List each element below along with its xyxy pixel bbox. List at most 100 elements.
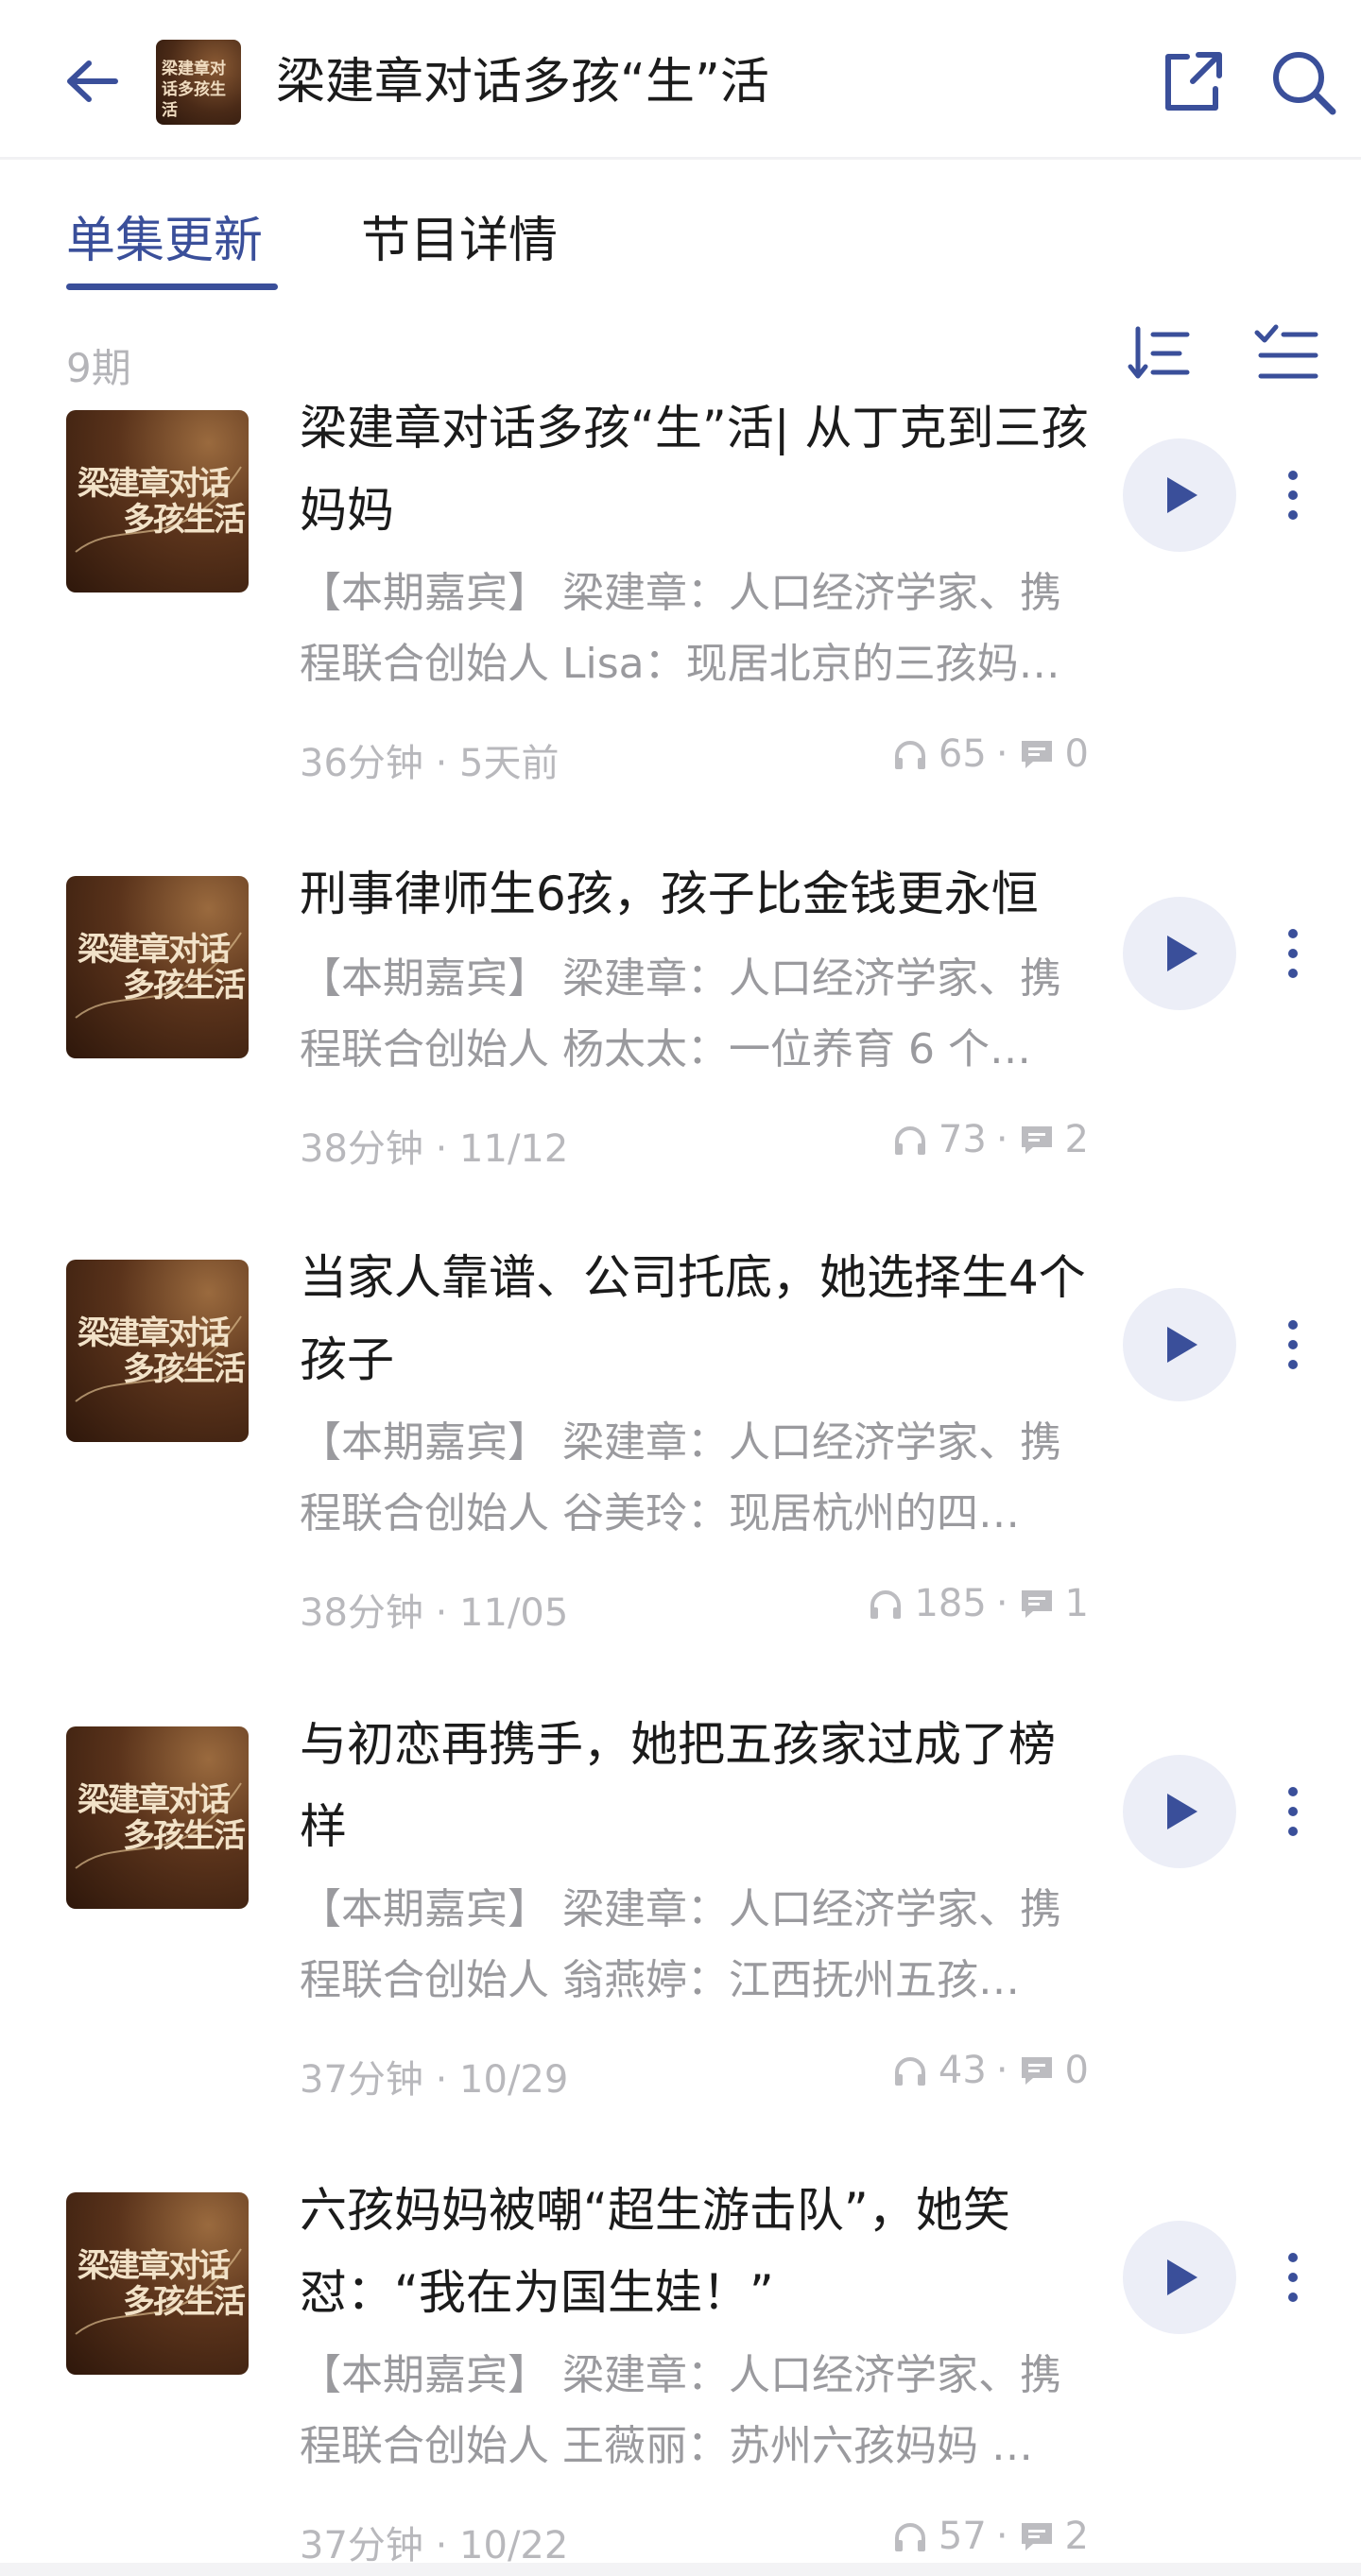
- play-icon: [1167, 1794, 1197, 1829]
- back-button[interactable]: [55, 45, 127, 117]
- play-count: 57: [938, 2515, 987, 2558]
- headphones-icon: [894, 2057, 925, 2086]
- search-button[interactable]: [1266, 45, 1340, 119]
- episode-row[interactable]: 梁建章对话 多孩生活 当家人靠谱、公司托底，她选择生4个孩子 【本期嘉宾】 梁建…: [0, 1250, 1361, 1639]
- checklist-icon: [1254, 324, 1318, 379]
- episode-meta: 37分钟 · 10/29: [300, 2058, 569, 2102]
- episode-description-line1: 【本期嘉宾】 梁建章：人口经济学家、携: [300, 1885, 1061, 1933]
- comment-icon: [1021, 2523, 1052, 2550]
- comment-icon: [1021, 1590, 1052, 1618]
- tab-episodes[interactable]: 单集更新: [66, 208, 263, 274]
- episode-description-line1: 【本期嘉宾】 梁建章：人口经济学家、携: [300, 569, 1061, 617]
- episode-meta: 38分钟 · 11/05: [300, 1591, 569, 1635]
- episode-row[interactable]: 梁建章对话 多孩生活 六孩妈妈被嘲“超生游击队”，她笑怼：“我在为国生娃！” 【…: [0, 2183, 1361, 2571]
- podcast-cover-thumbnail: 梁建章对话多孩生活: [156, 40, 241, 125]
- episode-row[interactable]: 梁建章对话 多孩生活 刑事律师生6孩，孩子比金钱更永恒 【本期嘉宾】 梁建章：人…: [0, 867, 1361, 1175]
- more-dot-icon: [1288, 471, 1298, 480]
- cover-text-line2: 多孩生活: [123, 501, 246, 539]
- episode-meta: 38分钟 · 11/12: [300, 1127, 569, 1171]
- search-icon: [1273, 52, 1336, 115]
- episode-count: 9期: [66, 345, 131, 391]
- play-count: 65: [938, 732, 987, 776]
- share-icon: [1165, 52, 1222, 111]
- episode-title[interactable]: 刑事律师生6孩，孩子比金钱更永恒: [300, 853, 1094, 936]
- play-count: 43: [938, 2049, 987, 2092]
- share-button[interactable]: [1155, 45, 1229, 119]
- more-options-button[interactable]: [1272, 1764, 1314, 1859]
- play-count: 185: [914, 1582, 987, 1625]
- episode-cover: 梁建章对话 多孩生活: [66, 1726, 249, 1909]
- more-dot-icon: [1288, 1320, 1298, 1330]
- episode-description-line1: 【本期嘉宾】 梁建章：人口经济学家、携: [300, 954, 1061, 1003]
- cover-text-line2: 多孩生活: [123, 967, 246, 1005]
- comment-count: 1: [1064, 1582, 1089, 1625]
- top-bar: 梁建章对话多孩生活 梁建章对话多孩“生”活: [0, 0, 1361, 160]
- more-options-button[interactable]: [1272, 2230, 1314, 2325]
- play-icon: [1167, 1327, 1197, 1363]
- headphones-icon: [870, 1590, 902, 1619]
- episode-title[interactable]: 六孩妈妈被嘲“超生游击队”，她笑怼：“我在为国生娃！”: [300, 2170, 1094, 2334]
- episode-meta: 36分钟 · 5天前: [300, 742, 560, 785]
- episode-description: 【本期嘉宾】 梁建章：人口经济学家、携 程联合创始人 Lisa：现居北京的三孩妈…: [300, 558, 1094, 699]
- episode-description: 【本期嘉宾】 梁建章：人口经济学家、携 程联合创始人 杨太太：一位养育 6 个…: [300, 943, 1094, 1085]
- episode-title[interactable]: 梁建章对话多孩“生”活| 从丁克到三孩妈妈: [300, 387, 1094, 552]
- play-count: 73: [938, 1118, 987, 1161]
- comment-count: 2: [1064, 1118, 1089, 1161]
- episode-description: 【本期嘉宾】 梁建章：人口经济学家、携 程联合创始人 谷美玲：现居杭州的四…: [300, 1407, 1094, 1549]
- cover-text-line1: 梁建章对话: [78, 1781, 231, 1819]
- episode-description: 【本期嘉宾】 梁建章：人口经济学家、携 程联合创始人 翁燕婷：江西抚州五孩…: [300, 1874, 1094, 2016]
- episode-description-line1: 【本期嘉宾】 梁建章：人口经济学家、携: [300, 1418, 1061, 1467]
- episode-cover: 梁建章对话 多孩生活: [66, 876, 249, 1058]
- cover-text-line2: 多孩生活: [123, 2283, 246, 2321]
- episode-title[interactable]: 当家人靠谱、公司托底，她选择生4个孩子: [300, 1237, 1094, 1401]
- stats-separator: ·: [995, 732, 1008, 776]
- episode-description-line2: 程联合创始人 Lisa：现居北京的三孩妈…: [300, 640, 1060, 688]
- cover-text-line2: 多孩生活: [123, 1350, 246, 1388]
- sort-button[interactable]: [1125, 319, 1193, 387]
- episode-stats: 57 · 2: [891, 2515, 1089, 2558]
- episode-row[interactable]: 梁建章对话 多孩生活 与初恋再携手，她把五孩家过成了榜样 【本期嘉宾】 梁建章：…: [0, 1717, 1361, 2105]
- stats-separator: ·: [995, 1118, 1008, 1161]
- cover-text-line1: 梁建章对话: [78, 465, 231, 503]
- comment-count: 2: [1064, 2515, 1089, 2558]
- tab-details[interactable]: 节目详情: [361, 208, 558, 274]
- episode-description-line1: 【本期嘉宾】 梁建章：人口经济学家、携: [300, 2351, 1061, 2399]
- episode-description-line2: 程联合创始人 杨太太：一位养育 6 个…: [300, 1025, 1031, 1073]
- play-button[interactable]: [1123, 2221, 1236, 2334]
- more-dot-icon: [1288, 929, 1298, 938]
- play-icon: [1167, 2259, 1197, 2295]
- multi-select-button[interactable]: [1251, 319, 1319, 387]
- headphones-icon: [894, 1126, 925, 1155]
- comment-icon: [1021, 1126, 1052, 1154]
- play-button[interactable]: [1123, 1288, 1236, 1401]
- more-dot-icon: [1288, 2253, 1298, 2262]
- play-button[interactable]: [1123, 438, 1236, 552]
- episode-description: 【本期嘉宾】 梁建章：人口经济学家、携 程联合创始人 王薇丽：苏州六孩妈妈 …: [300, 2340, 1094, 2482]
- episode-stats: 73 · 2: [891, 1118, 1089, 1161]
- arrow-left-icon: [67, 60, 118, 102]
- more-options-button[interactable]: [1272, 448, 1314, 542]
- play-icon: [1167, 477, 1197, 513]
- episode-cover: 梁建章对话 多孩生活: [66, 2192, 249, 2375]
- comment-icon: [1021, 741, 1052, 768]
- play-button[interactable]: [1123, 1755, 1236, 1868]
- episode-row[interactable]: 梁建章对话 多孩生活 梁建章对话多孩“生”活| 从丁克到三孩妈妈 【本期嘉宾】 …: [0, 401, 1361, 789]
- headphones-icon: [894, 741, 925, 769]
- active-tab-indicator: [66, 283, 278, 290]
- play-icon: [1167, 936, 1197, 971]
- more-options-button[interactable]: [1272, 906, 1314, 1001]
- episode-title[interactable]: 与初恋再携手，她把五孩家过成了榜样: [300, 1704, 1094, 1868]
- play-button[interactable]: [1123, 897, 1236, 1010]
- cover-text-line1: 梁建章对话: [78, 2247, 231, 2285]
- bottom-divider: [0, 2563, 1361, 2576]
- headphones-icon: [894, 2523, 925, 2551]
- episode-description-line2: 程联合创始人 王薇丽：苏州六孩妈妈 …: [300, 2422, 1033, 2470]
- cover-text-line1: 梁建章对话: [78, 1314, 231, 1352]
- more-options-button[interactable]: [1272, 1297, 1314, 1392]
- episode-meta: 37分钟 · 10/22: [300, 2524, 569, 2567]
- episode-stats: 43 · 0: [891, 2049, 1089, 2092]
- cover-text: 梁建章对话多孩生活: [162, 60, 226, 120]
- stats-separator: ·: [995, 2515, 1008, 2558]
- episode-stats: 185 · 1: [867, 1582, 1089, 1625]
- comment-icon: [1021, 2057, 1052, 2085]
